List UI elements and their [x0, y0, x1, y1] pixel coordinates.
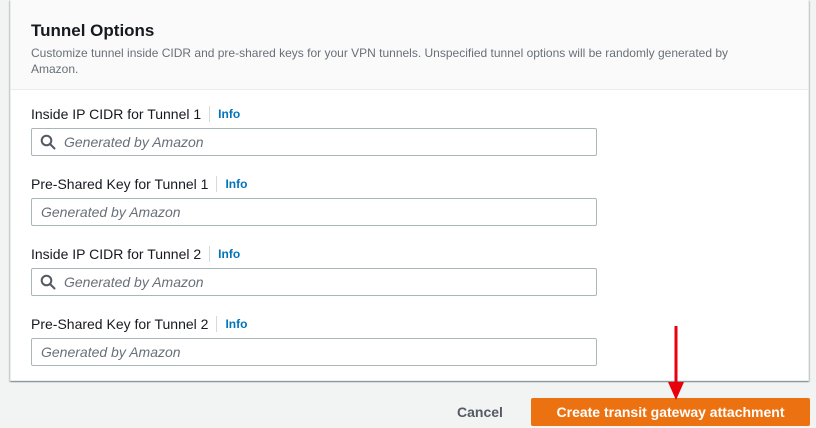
field-label-row-psk-tunnel-2: Pre-Shared Key for Tunnel 2 Info — [31, 314, 247, 334]
inside-cidr-tunnel-2-input[interactable] — [64, 269, 596, 295]
field-label: Pre-Shared Key for Tunnel 2 — [31, 316, 209, 332]
info-link[interactable]: Info — [225, 317, 247, 331]
info-link[interactable]: Info — [218, 247, 240, 261]
label-divider — [216, 316, 218, 332]
tunnel-options-panel: Tunnel Options Customize tunnel inside C… — [10, 0, 809, 381]
field-label: Inside IP CIDR for Tunnel 1 — [31, 106, 202, 122]
label-divider — [209, 106, 211, 122]
field-label: Inside IP CIDR for Tunnel 2 — [31, 246, 202, 262]
field-label-row-psk-tunnel-1: Pre-Shared Key for Tunnel 1 Info — [31, 174, 247, 194]
search-icon — [40, 274, 56, 290]
panel-title: Tunnel Options — [31, 21, 155, 40]
inside-cidr-tunnel-2-field[interactable] — [31, 268, 597, 296]
search-icon — [40, 134, 56, 150]
panel-header: Tunnel Options Customize tunnel inside C… — [11, 0, 808, 90]
panel-description: Customize tunnel inside CIDR and pre-sha… — [31, 46, 729, 76]
label-divider — [216, 176, 218, 192]
psk-tunnel-2-input[interactable] — [41, 339, 596, 365]
info-link[interactable]: Info — [225, 177, 247, 191]
inside-cidr-tunnel-1-input[interactable] — [64, 129, 596, 155]
label-divider — [209, 246, 211, 262]
inside-cidr-tunnel-1-field[interactable] — [31, 128, 597, 156]
field-label-row-inside-cidr-tunnel-1: Inside IP CIDR for Tunnel 1 Info — [31, 104, 240, 124]
create-transit-gateway-attachment-button[interactable]: Create transit gateway attachment — [531, 398, 810, 426]
annotation-arrow-icon — [668, 326, 684, 400]
psk-tunnel-2-field[interactable] — [31, 338, 597, 366]
field-label-row-inside-cidr-tunnel-2: Inside IP CIDR for Tunnel 2 Info — [31, 244, 240, 264]
psk-tunnel-1-field[interactable] — [31, 198, 597, 226]
psk-tunnel-1-input[interactable] — [41, 199, 596, 225]
info-link[interactable]: Info — [218, 107, 240, 121]
field-label: Pre-Shared Key for Tunnel 1 — [31, 176, 209, 192]
cancel-button[interactable]: Cancel — [444, 398, 516, 426]
